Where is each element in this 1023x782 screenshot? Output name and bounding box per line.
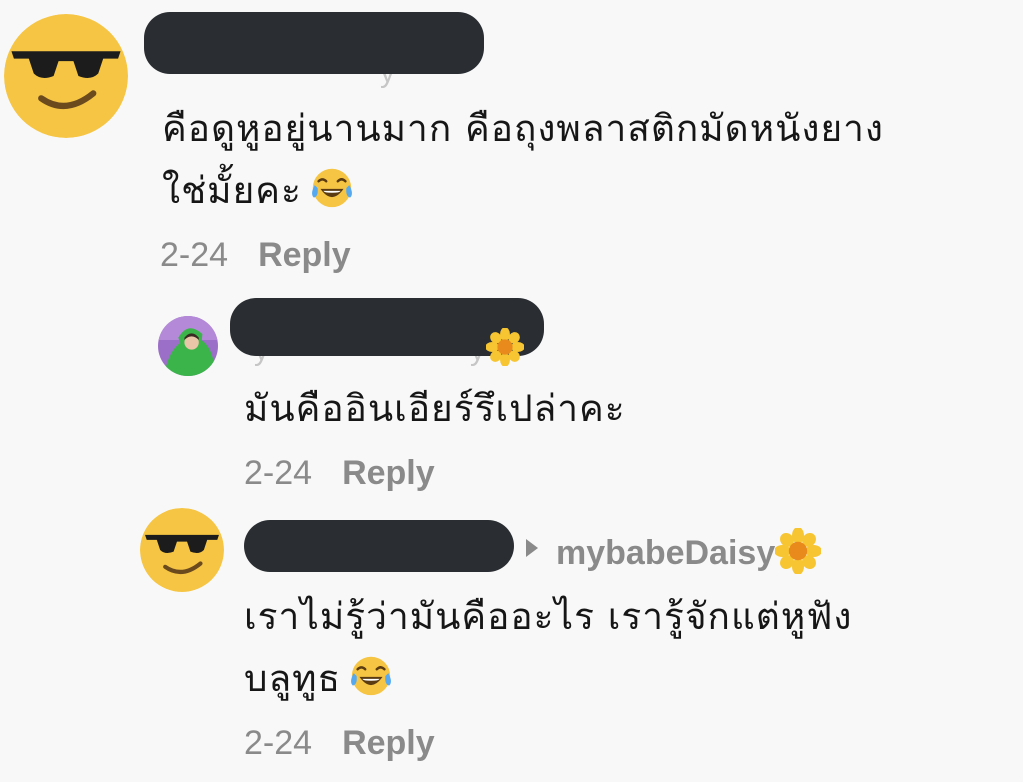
comment-line: คือดูหูอยู่นานมาก คือถุงพลาสติกมัดหนังยา…: [162, 107, 884, 150]
comment-text: มันคืออินเอียร์รึเปล่าคะ: [244, 378, 626, 440]
comment-date: 2-24: [244, 724, 313, 762]
comment-meta: 2-24 Reply: [244, 724, 435, 763]
comment-line: ใช่มั้ยคะ: [162, 160, 884, 222]
comment-meta: 2-24 Reply: [244, 454, 435, 493]
reply-button[interactable]: Reply: [342, 454, 435, 493]
tears-of-joy-icon: [347, 651, 395, 699]
redacted-username: [144, 12, 484, 74]
comment-text: เราไม่รู้ว่ามันคืออะไร เรารู้จักแต่หูฟัง…: [244, 586, 853, 710]
comment-line: บลูทูธ: [244, 648, 853, 710]
commenter-avatar[interactable]: [140, 508, 224, 592]
commenter-avatar[interactable]: [4, 14, 128, 138]
reply-to-mention[interactable]: mybabeDaisy: [556, 528, 822, 574]
comment-date: 2-24: [160, 236, 229, 274]
comment-line-text: บลูทูธ: [244, 657, 342, 700]
reply-button[interactable]: Reply: [258, 236, 351, 275]
comment-line-text: ใช่มั้ยคะ: [162, 169, 302, 212]
redacted-username: [244, 520, 514, 572]
reply-to-username: mybabeDaisy: [556, 534, 776, 572]
sunflower-icon: [775, 528, 822, 574]
commenter-avatar[interactable]: [158, 316, 218, 376]
comment-text: คือดูหูอยู่นานมาก คือถุงพลาสติกมัดหนังยา…: [162, 98, 884, 222]
reply-button[interactable]: Reply: [342, 724, 435, 763]
comment-line: เราไม่รู้ว่ามันคืออะไร เรารู้จักแต่หูฟัง: [244, 595, 853, 638]
comment-line: มันคืออินเอียร์รึเปล่าคะ: [244, 387, 626, 430]
tears-of-joy-icon: [308, 163, 356, 211]
reply-arrow-icon: [526, 539, 538, 557]
comment-date: 2-24: [244, 454, 313, 492]
comment-meta: 2-24 Reply: [160, 236, 351, 275]
sunflower-icon: [486, 328, 524, 366]
